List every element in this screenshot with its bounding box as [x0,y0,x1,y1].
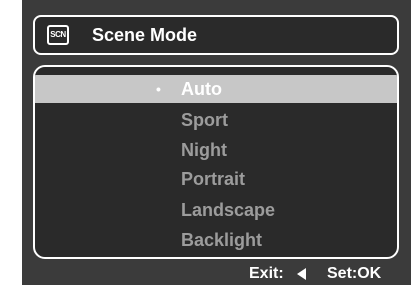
menu-item-label: Backlight [181,230,263,250]
camera-screen: SCN Scene Mode • Auto Sport Night Portra… [22,0,411,285]
menu-item-label: Auto [181,79,222,99]
exit-hint[interactable]: Exit: [249,262,284,285]
menu-item-label: Sport [181,110,228,130]
left-arrow-icon [297,268,306,280]
scene-menu: • Auto Sport Night Portrait Landscape Ba… [33,65,399,259]
menu-item-portrait[interactable]: Portrait [35,165,397,193]
menu-item-backlight[interactable]: Backlight [35,226,397,254]
menu-item-label: Landscape [181,200,276,220]
menu-item-label: Portrait [181,169,246,189]
menu-item-sport[interactable]: Sport [35,106,397,134]
page-title: Scene Mode [92,25,198,45]
menu-item-night[interactable]: Night [35,136,397,164]
footer-hints: Exit: Set:OK [22,262,411,285]
set-ok-hint[interactable]: Set:OK [327,262,381,285]
menu-item-landscape[interactable]: Landscape [35,196,397,224]
selected-bullet: • [156,81,161,97]
title-bar: SCN Scene Mode [33,15,399,55]
menu-item-label: Night [181,140,227,160]
scn-icon: SCN [47,25,69,45]
menu-item-auto[interactable]: • Auto [35,75,397,103]
